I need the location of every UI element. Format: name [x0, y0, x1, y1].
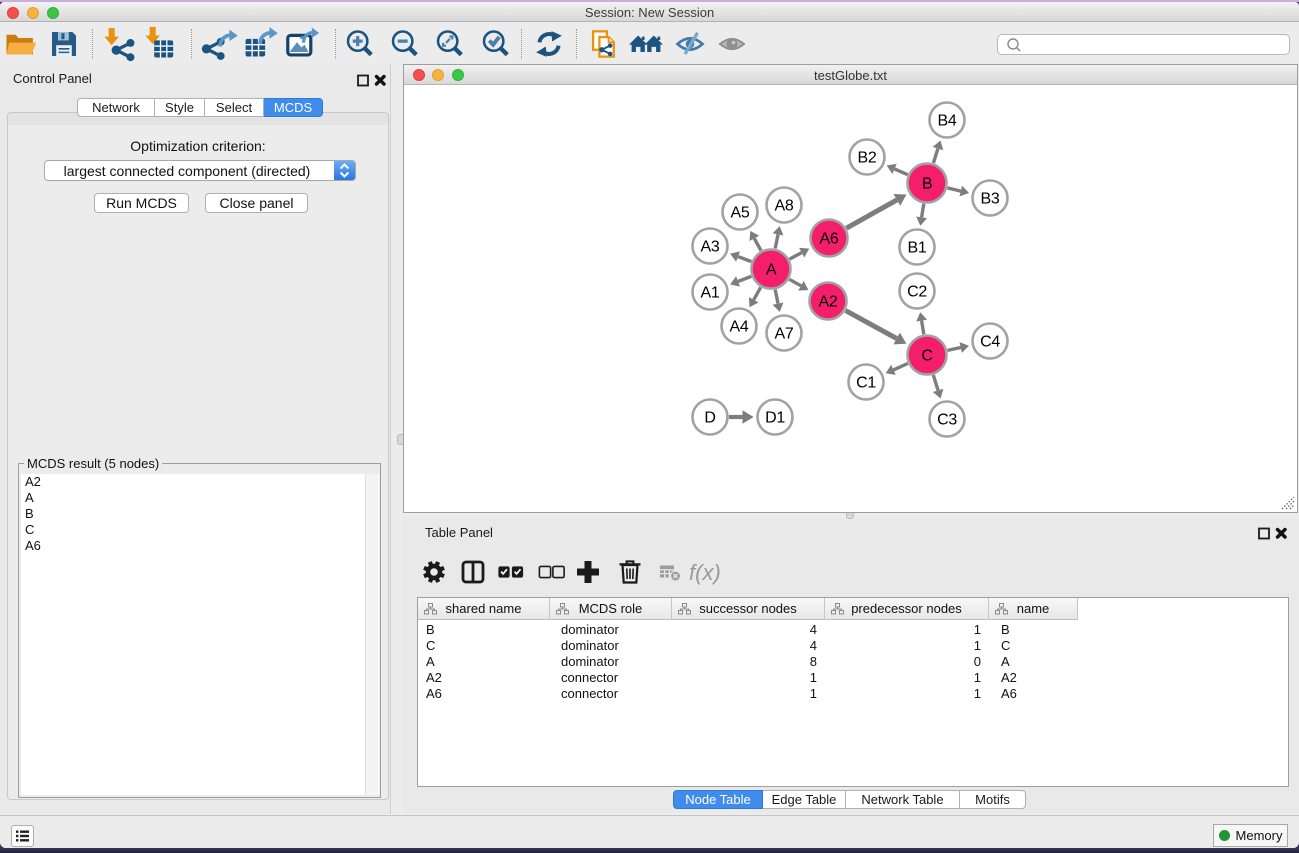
svg-text:A8: A8 [775, 198, 794, 215]
svg-text:A6: A6 [820, 231, 839, 248]
svg-text:A2: A2 [819, 294, 838, 311]
svg-text:B2: B2 [858, 150, 877, 167]
svg-text:C: C [921, 348, 932, 365]
svg-text:C4: C4 [980, 334, 1000, 351]
svg-text:A3: A3 [701, 239, 720, 256]
svg-text:B: B [922, 176, 932, 193]
svg-text:C3: C3 [937, 412, 957, 429]
svg-text:A7: A7 [775, 326, 794, 343]
svg-text:f(x): f(x) [689, 560, 721, 585]
svg-text:B4: B4 [938, 113, 957, 130]
svg-text:D: D [704, 410, 715, 427]
svg-text:C2: C2 [907, 284, 927, 301]
svg-text:C1: C1 [856, 375, 876, 392]
svg-text:A5: A5 [731, 205, 750, 222]
svg-text:A4: A4 [730, 319, 749, 336]
svg-text:B3: B3 [981, 191, 1000, 208]
svg-text:A1: A1 [701, 285, 720, 302]
svg-text:A: A [766, 262, 777, 279]
svg-text:B1: B1 [908, 240, 927, 257]
svg-text:D1: D1 [765, 410, 785, 427]
